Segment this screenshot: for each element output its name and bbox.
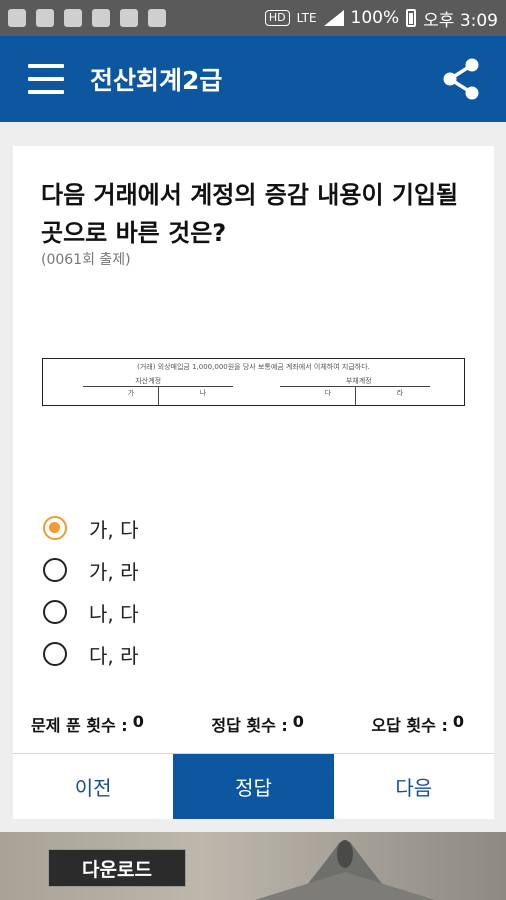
option-label: 가, 다 (89, 517, 139, 542)
battery-icon (406, 9, 417, 27)
answer-option-2[interactable]: 가, 라 (43, 549, 139, 591)
download-button[interactable]: 다운로드 (48, 849, 186, 887)
solved-label: 문제 푼 횟수 : (31, 716, 128, 735)
answer-option-4[interactable]: 다, 라 (43, 633, 139, 675)
network-type: LTE (296, 11, 317, 25)
navigation-buttons: 이전 정답 다음 (13, 753, 494, 819)
answer-option-3[interactable]: 나, 다 (43, 591, 139, 633)
question-card: 다음 거래에서 계정의 증감 내용이 기입될 곳으로 바른 것은? (0061회… (13, 146, 494, 819)
table-cell: 다 (324, 389, 332, 397)
exam-source: (0061회 출제) (41, 252, 131, 268)
hd-icon: HD (264, 10, 290, 26)
hamburger-menu-icon[interactable] (28, 64, 64, 94)
solved-count: 문제 푼 횟수 : 0 (31, 712, 144, 736)
wrong-count: 오답 횟수 : 0 (371, 712, 464, 736)
option-label: 다, 라 (89, 643, 139, 668)
mail-icon (92, 9, 110, 27)
app-bar: 전산회계2급 (0, 36, 506, 122)
table-cell: 가 (127, 389, 135, 397)
battery-percent: 100% (350, 8, 400, 28)
share-icon[interactable] (442, 57, 480, 101)
answer-button[interactable]: 정답 (173, 754, 334, 819)
correct-count: 정답 횟수 : 0 (211, 712, 304, 736)
option-label: 가, 라 (89, 559, 139, 584)
asset-account-header: 자산계정 (135, 377, 162, 385)
solved-value: 0 (132, 712, 144, 731)
radio-icon[interactable] (43, 642, 67, 666)
notification-icon (36, 9, 54, 27)
wrong-value: 0 (452, 712, 464, 731)
liability-account-header: 부채계정 (345, 377, 372, 385)
table-cell: 라 (396, 389, 404, 397)
signal-icon (323, 10, 344, 26)
table-caption: (거래) 외상매입금 1,000,000원을 당사 보통예금 계좌에서 이체하여… (137, 363, 370, 371)
ad-banner[interactable]: 다운로드 (0, 832, 506, 900)
transaction-table-image: (거래) 외상매입금 1,000,000원을 당사 보통예금 계좌에서 이체하여… (42, 358, 465, 406)
correct-label: 정답 횟수 : (211, 716, 288, 735)
answer-options: 가, 다 가, 라 나, 다 다, 라 (43, 507, 139, 675)
radio-selected-icon[interactable] (43, 516, 67, 540)
radio-icon[interactable] (43, 558, 67, 582)
question-text: 다음 거래에서 계정의 증감 내용이 기입될 곳으로 바른 것은? (41, 181, 459, 247)
image-icon (64, 9, 82, 27)
wrong-label: 오답 횟수 : (371, 716, 448, 735)
message-icon (8, 9, 26, 27)
clock: 오후 3:09 (423, 10, 498, 31)
fighter-jet-image (255, 840, 435, 900)
app-title: 전산회계2급 (90, 66, 223, 95)
stats-row: 문제 푼 횟수 : 0 정답 횟수 : 0 오답 횟수 : 0 (13, 712, 494, 736)
notification-icons (8, 9, 265, 27)
prev-button[interactable]: 이전 (13, 754, 174, 819)
next-button[interactable]: 다음 (333, 754, 494, 819)
option-label: 나, 다 (89, 601, 139, 626)
status-bar: HD LTE 100% 오후 3:09 (0, 0, 506, 36)
missed-call-icon (120, 9, 138, 27)
answer-option-1[interactable]: 가, 다 (43, 507, 139, 549)
table-cell: 나 (199, 389, 207, 397)
radio-icon[interactable] (43, 600, 67, 624)
app-notification-icon (148, 9, 166, 27)
correct-value: 0 (292, 712, 304, 731)
